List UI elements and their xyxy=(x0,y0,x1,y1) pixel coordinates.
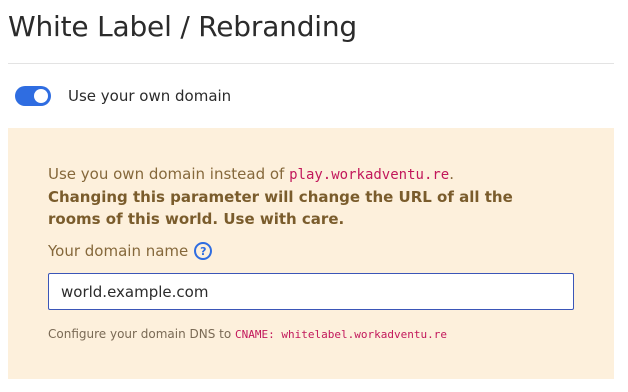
domain-field-label-row: Your domain name ? xyxy=(48,242,213,260)
domain-description: Use you own domain instead of play.worka… xyxy=(48,163,568,230)
domain-name-input[interactable] xyxy=(48,273,574,310)
title-divider xyxy=(8,63,614,64)
page-title: White Label / Rebranding xyxy=(8,10,357,43)
question-circle-icon[interactable]: ? xyxy=(194,242,213,260)
description-prefix: Use you own domain instead of xyxy=(48,165,290,183)
dns-hint-prefix: Configure your domain DNS to xyxy=(48,327,236,341)
default-domain-code: play.workadventu.re xyxy=(289,167,450,183)
dns-hint-code: CNAME: whitelabel.workadventu.re xyxy=(235,328,447,341)
description-suffix: . xyxy=(449,165,455,183)
use-own-domain-row: Use your own domain xyxy=(15,84,231,108)
toggle-knob xyxy=(34,89,48,103)
domain-field-label: Your domain name xyxy=(48,242,189,260)
domain-settings-panel: Use you own domain instead of play.worka… xyxy=(8,128,614,379)
use-own-domain-label: Use your own domain xyxy=(68,87,232,105)
use-own-domain-toggle[interactable] xyxy=(15,86,51,106)
dns-hint: Configure your domain DNS to CNAME: whit… xyxy=(48,327,447,341)
warning-text: Changing this parameter will change the … xyxy=(48,188,513,228)
